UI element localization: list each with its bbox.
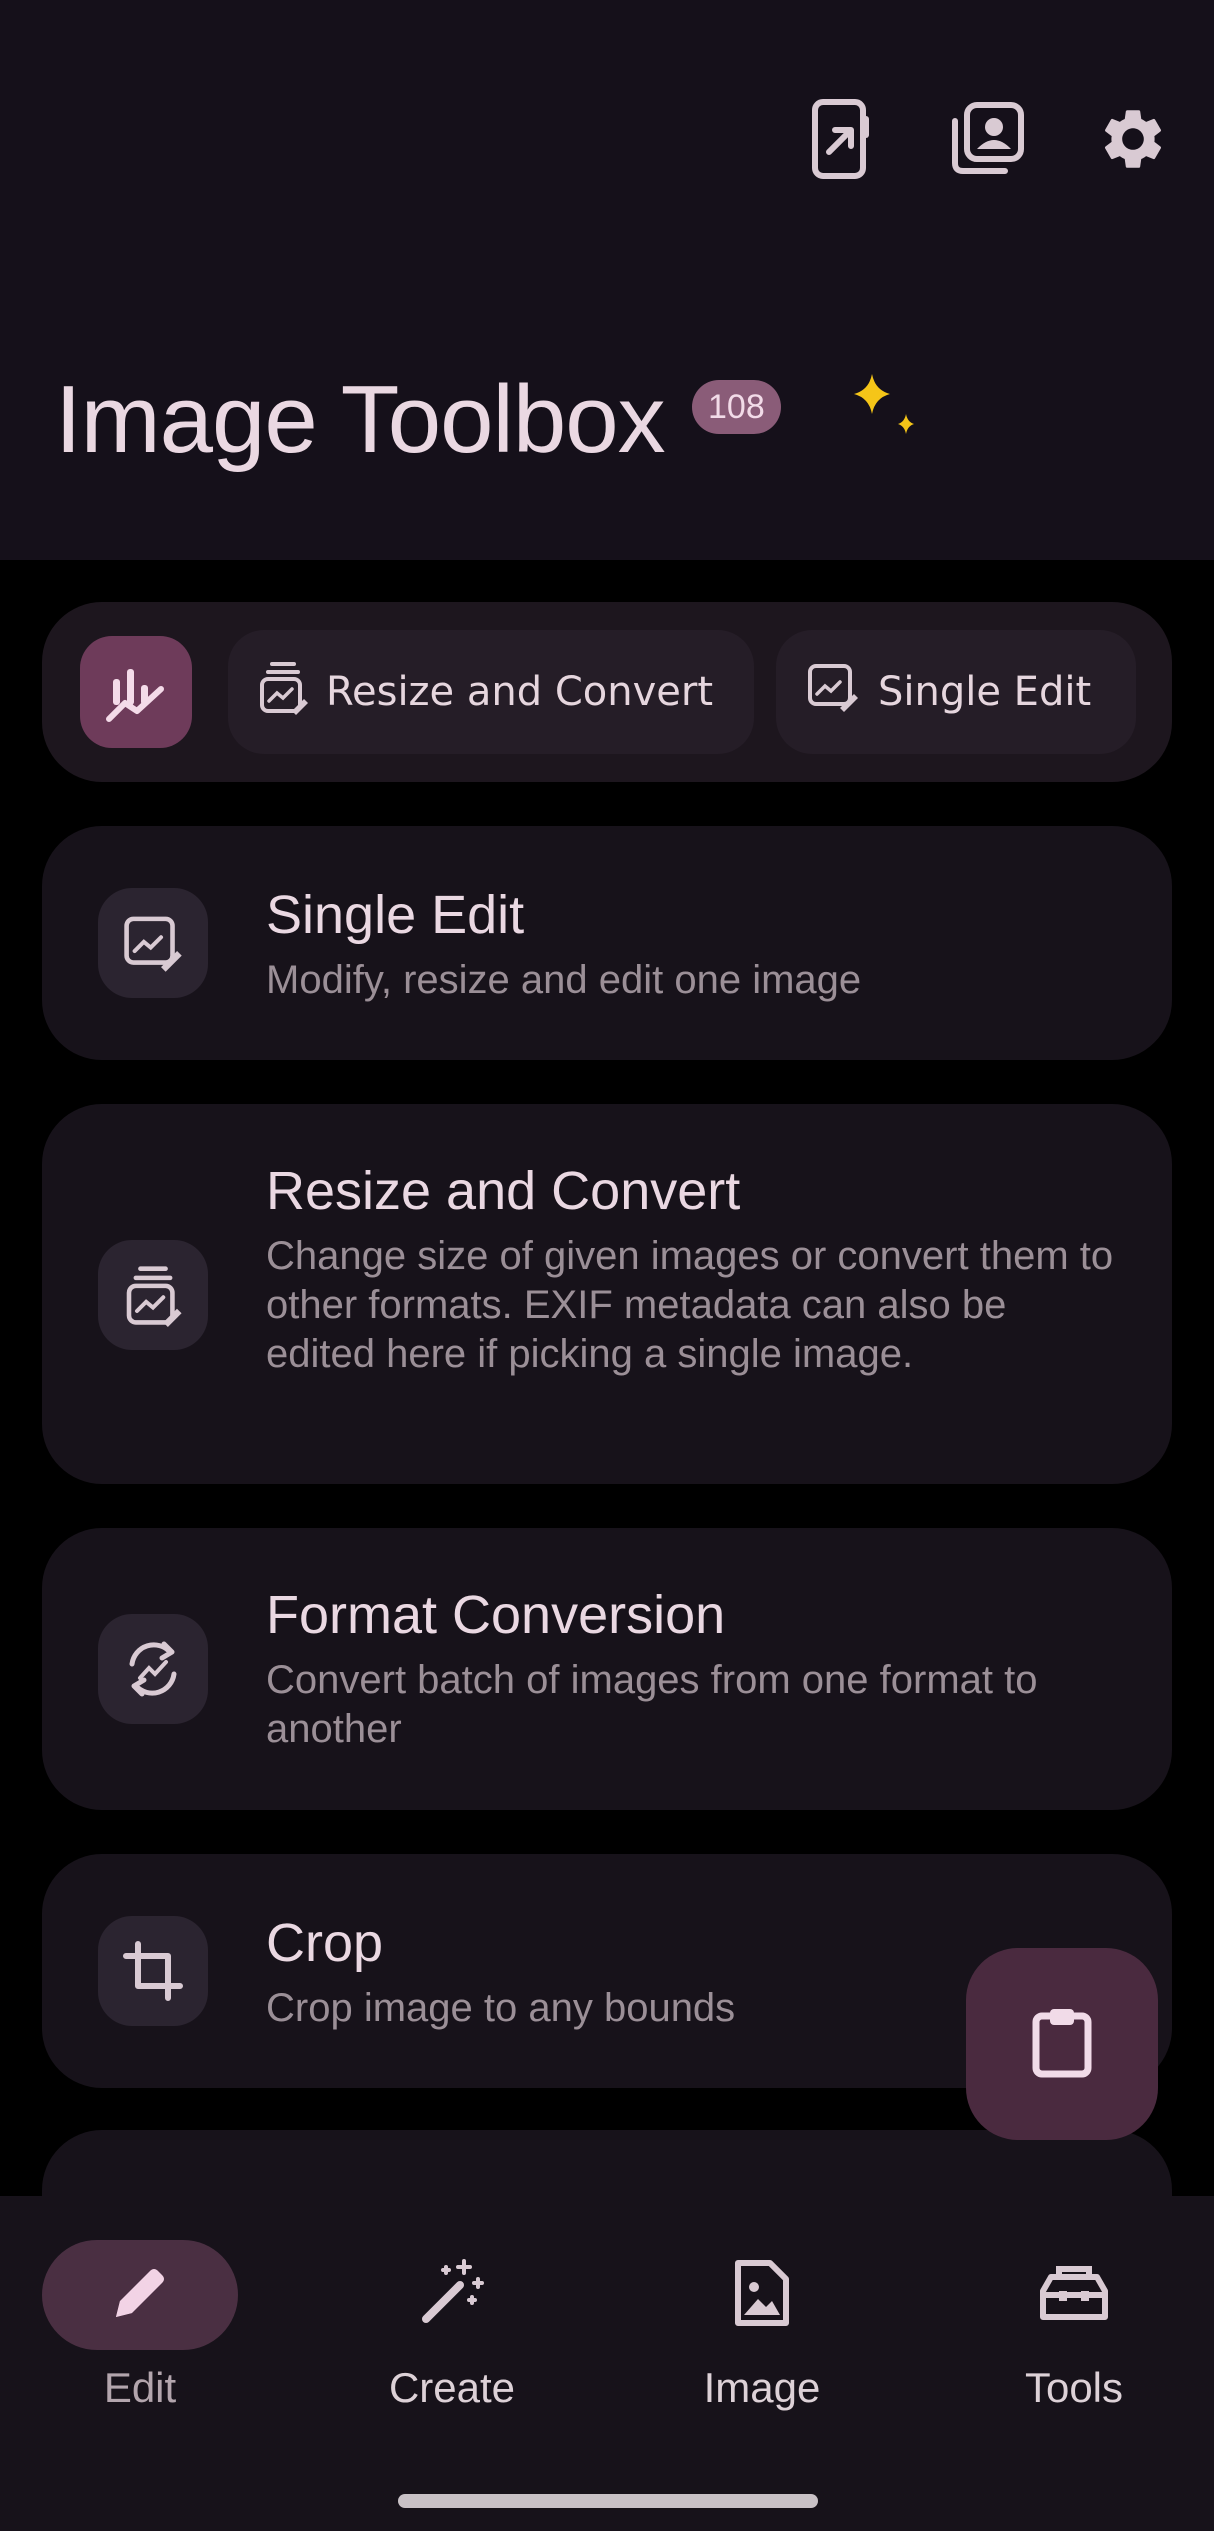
favorite-chip-label: Resize and Convert <box>326 669 714 715</box>
favorite-chip-label: Single Edit <box>878 669 1092 715</box>
nav-label: Image <box>703 2364 821 2411</box>
crop-icon <box>98 1916 208 2026</box>
tool-card-title: Format Conversion <box>266 1585 726 1645</box>
bottom-navigation: Edit Create Image Tools <box>0 2196 1214 2531</box>
tool-card-description: Convert batch of images from one format … <box>266 1658 1038 1751</box>
nav-label: Edit <box>103 2364 177 2411</box>
header-actions <box>798 96 1176 182</box>
favorites-strip: Resize and Convert Single Edit <box>42 602 1172 782</box>
home-indicator[interactable] <box>398 2494 818 2508</box>
nav-indicator <box>664 2240 860 2350</box>
clipboard-icon <box>1030 2006 1094 2082</box>
settings-gear-icon[interactable] <box>1090 96 1176 182</box>
nav-item-edit[interactable]: Edit <box>30 2240 250 2440</box>
nav-indicator <box>976 2240 1172 2350</box>
tool-card-description: Modify, resize and edit one image <box>266 958 862 1002</box>
nav-indicator <box>42 2240 238 2350</box>
tool-card-resize-convert[interactable]: Resize and Convert Change size of given … <box>42 1104 1172 1484</box>
nav-label: Tools <box>1024 2364 1124 2411</box>
image-file-icon <box>732 2257 792 2333</box>
nav-indicator <box>354 2240 550 2350</box>
image-gallery-icon[interactable] <box>944 96 1030 182</box>
tool-card-title: Crop <box>266 1913 384 1973</box>
tool-card-title: Single Edit <box>266 885 525 945</box>
toolbox-icon <box>1037 2261 1111 2329</box>
tool-card-title: Resize and Convert <box>266 1161 741 1221</box>
tool-card-next[interactable] <box>42 2130 1172 2196</box>
nav-item-image[interactable]: Image <box>652 2240 872 2440</box>
app-screen: Image Toolbox 108 Resize and Convert Sin… <box>0 0 1214 2531</box>
magic-wand-icon <box>416 2257 488 2333</box>
tool-card-single-edit[interactable]: Single Edit Modify, resize and edit one … <box>42 826 1172 1060</box>
sparkle-icon <box>850 372 920 446</box>
paste-clipboard-button[interactable] <box>966 1948 1158 2140</box>
favorite-chip-single-edit[interactable]: Single Edit <box>776 630 1136 754</box>
favorite-chip-resize-convert[interactable]: Resize and Convert <box>228 630 754 754</box>
pencil-icon <box>108 2261 172 2329</box>
format-convert-icon <box>98 1614 208 1724</box>
single-edit-icon <box>806 660 860 724</box>
version-badge: 108 <box>692 380 781 434</box>
chart-sparkle-icon[interactable] <box>80 636 192 748</box>
app-title: Image Toolbox <box>55 366 666 473</box>
resize-convert-icon <box>98 1240 208 1350</box>
nav-item-create[interactable]: Create <box>342 2240 562 2440</box>
tool-card-description: Change size of given images or convert t… <box>266 1234 1114 1376</box>
open-in-app-icon[interactable] <box>798 96 884 182</box>
single-edit-icon <box>98 888 208 998</box>
top-app-bar: Image Toolbox 108 <box>0 0 1214 560</box>
nav-label: Create <box>388 2364 516 2411</box>
resize-convert-icon <box>258 659 308 725</box>
nav-item-tools[interactable]: Tools <box>964 2240 1184 2440</box>
tool-card-format-conversion[interactable]: Format Conversion Convert batch of image… <box>42 1528 1172 1810</box>
